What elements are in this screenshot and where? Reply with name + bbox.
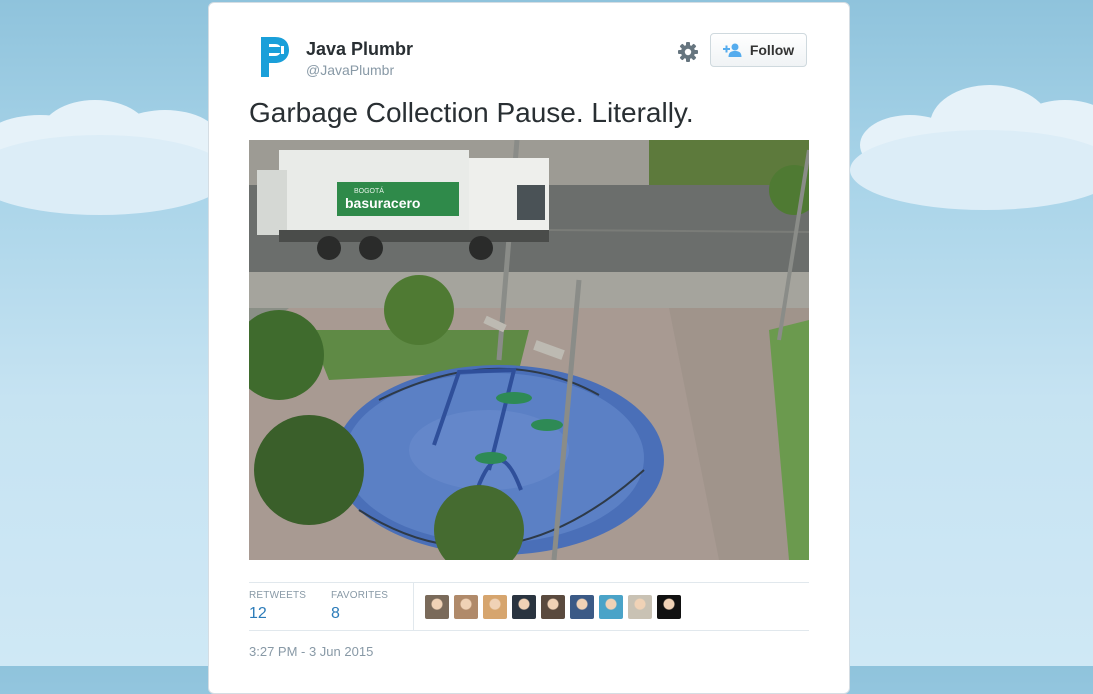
favoriter-avatar-1[interactable] [425,595,449,619]
favoriter-avatar-9[interactable] [657,595,681,619]
stats-divider [413,583,414,630]
plumbr-p-logo-icon[interactable] [255,35,291,79]
user-handle[interactable]: @JavaPlumbr [306,62,394,78]
gear-icon[interactable] [675,39,701,65]
truck-lettering: basuracero [345,195,420,211]
favoriter-avatar-4[interactable] [512,595,536,619]
favoriter-avatar-7[interactable] [599,595,623,619]
favorites-count: 8 [331,605,340,622]
favorites-stat[interactable]: FAVORITES 8 [331,590,388,623]
favoriter-avatar-5[interactable] [541,595,565,619]
retweets-label: RETWEETS [249,590,307,601]
favoriter-avatar-3[interactable] [483,595,507,619]
display-name[interactable]: Java Plumbr [306,39,413,60]
tweet-stats: RETWEETS 12 FAVORITES 8 [249,582,809,631]
favorites-label: FAVORITES [331,590,389,601]
add-user-icon [722,43,742,57]
favoriters-avatars [425,595,681,619]
tweet-card: Java Plumbr @JavaPlumbr Follow Garbage C… [208,2,850,694]
follow-label: Follow [749,42,795,58]
garbage-truck-playground-photo: BOGOTÁ basuracero [249,140,809,560]
tweet-timestamp[interactable]: 3:27 PM - 3 Jun 2015 [249,644,373,659]
tweet-text: Garbage Collection Pause. Literally. [249,97,694,128]
favoriter-avatar-2[interactable] [454,595,478,619]
retweets-count: 12 [249,605,267,622]
follow-button[interactable]: Follow [710,33,807,67]
tweet-header: Java Plumbr @JavaPlumbr Follow [209,3,849,93]
favoriter-avatar-6[interactable] [570,595,594,619]
retweets-stat[interactable]: RETWEETS 12 [249,590,306,623]
truck-lettering-small: BOGOTÁ [354,186,384,195]
tweet-photo[interactable]: BOGOTÁ basuracero [249,140,809,560]
favoriter-avatar-8[interactable] [628,595,652,619]
